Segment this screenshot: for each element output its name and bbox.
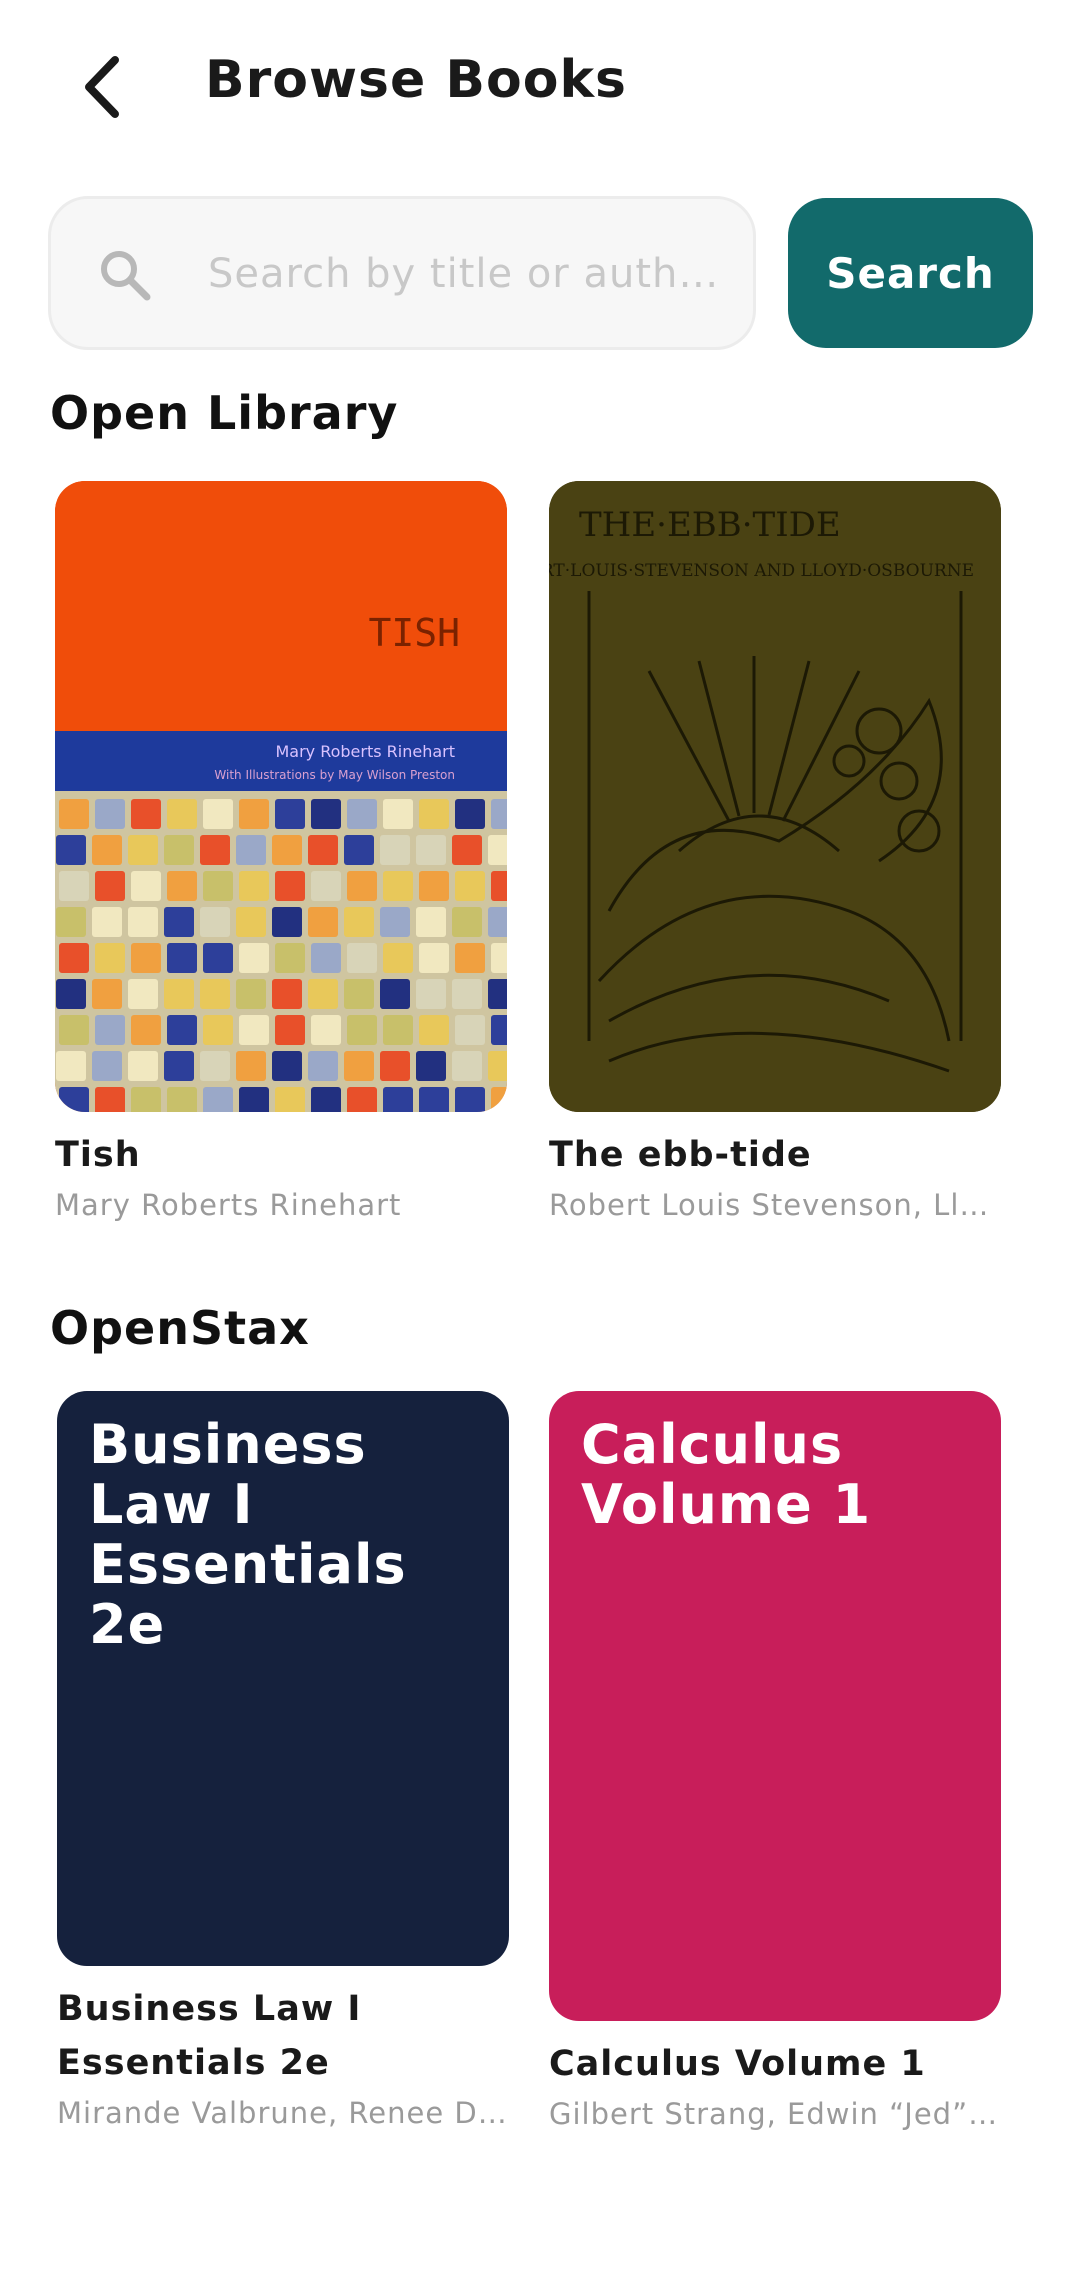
book-cover: THE·EBB·TIDE BY ROBERT·LOUIS·STEVENSON A… xyxy=(549,481,1001,1112)
app-header: Browse Books xyxy=(0,0,1080,170)
book-card-calculus[interactable]: Calculus Volume 1 Calculus Volume 1 Gilb… xyxy=(549,1391,1001,2137)
book-cover: Business Law I Essentials 2e xyxy=(57,1391,509,1966)
cover-author-text: BY ROBERT·LOUIS·STEVENSON AND LLOYD·OSBO… xyxy=(549,561,974,581)
back-button[interactable] xyxy=(62,42,142,132)
book-title: Business Law I Essentials 2e xyxy=(57,1989,362,2083)
book-card-tish[interactable]: TISH Mary Roberts Rinehart With Illustra… xyxy=(55,481,507,1228)
book-title: The ebb-tide xyxy=(549,1135,812,1175)
search-box[interactable] xyxy=(48,196,756,350)
page-title: Browse Books xyxy=(205,50,627,110)
section-title-open-library: Open Library xyxy=(50,386,399,440)
cover-author-text: Mary Roberts Rinehart xyxy=(275,742,455,761)
book-title: Tish xyxy=(55,1135,141,1175)
search-input[interactable] xyxy=(206,199,730,349)
cover-title-text: Business Law I Essentials 2e xyxy=(89,1413,407,1656)
cover-subtitle-text: With Illustrations by May Wilson Preston xyxy=(214,768,455,782)
chevron-left-icon xyxy=(85,56,119,118)
section-title-openstax: OpenStax xyxy=(50,1301,310,1355)
book-title: Calculus Volume 1 xyxy=(549,2044,926,2084)
search-button[interactable]: Search xyxy=(788,198,1033,348)
cover-title-text: TISH xyxy=(368,611,460,655)
book-author: Robert Louis Stevenson, Llo… xyxy=(549,1188,1001,1222)
cover-title-text: THE·EBB·TIDE xyxy=(579,505,841,545)
book-author: Gilbert Strang, Edwin “Jed” … xyxy=(549,2097,1001,2131)
book-author: Mary Roberts Rinehart xyxy=(55,1188,402,1222)
cover-title-text: Calculus Volume 1 xyxy=(581,1413,872,1536)
search-icon xyxy=(101,251,151,301)
book-cover-art: TISH Mary Roberts Rinehart With Illustra… xyxy=(55,481,507,1112)
book-cover: TISH Mary Roberts Rinehart With Illustra… xyxy=(55,481,507,1112)
book-cover-art: THE·EBB·TIDE BY ROBERT·LOUIS·STEVENSON A… xyxy=(549,481,1001,1112)
book-card-ebb-tide[interactable]: THE·EBB·TIDE BY ROBERT·LOUIS·STEVENSON A… xyxy=(549,481,1001,1228)
book-card-business-law[interactable]: Business Law I Essentials 2e Business La… xyxy=(57,1391,509,2136)
book-author: Mirande Valbrune, Renee D… xyxy=(57,2096,508,2130)
book-cover: Calculus Volume 1 xyxy=(549,1391,1001,2021)
